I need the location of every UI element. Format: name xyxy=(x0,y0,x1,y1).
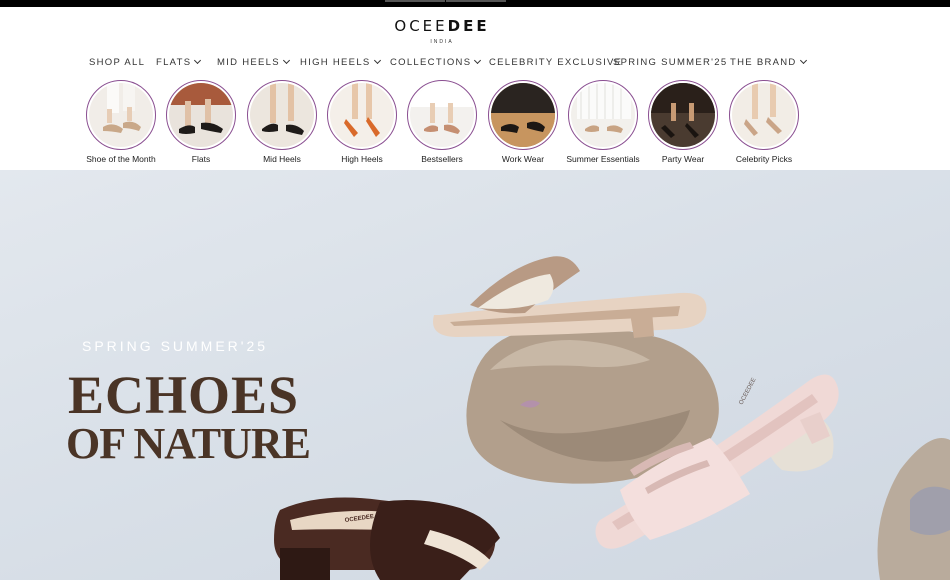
category-label: Work Wear xyxy=(501,154,545,164)
category-shoe-of-the-month[interactable]: Shoe of the Month xyxy=(81,80,161,164)
category-image xyxy=(89,83,153,147)
hero-title-line-2: OF NATURE xyxy=(66,419,311,468)
category-label: Celebrity Picks xyxy=(735,154,793,164)
category-image xyxy=(491,83,555,147)
category-image xyxy=(571,83,635,147)
nav-celebrity-exclusive[interactable]: CELEBRITY EXCLUSIVE xyxy=(489,57,622,68)
nav-collections[interactable]: COLLECTIONS xyxy=(390,56,482,68)
category-summer-essentials[interactable]: Summer Essentials xyxy=(563,80,643,164)
category-label: Flats xyxy=(191,154,211,164)
sandal-brand-mark: OCEEDEE xyxy=(738,377,757,406)
nav-flats[interactable]: FLATS xyxy=(156,56,202,68)
logo-subtitle: INDIA xyxy=(430,39,454,45)
category-label: Summer Essentials xyxy=(566,154,640,164)
hero-title-line-1: ECHOES xyxy=(68,365,300,425)
category-carousel: Shoe of the Month Flats Mid Heels High H… xyxy=(0,80,950,170)
category-label: Mid Heels xyxy=(263,154,301,164)
category-image xyxy=(410,83,474,147)
category-image xyxy=(732,83,796,147)
logo-part-2: DEE xyxy=(447,17,490,35)
category-image xyxy=(651,83,715,147)
category-work-wear[interactable]: Work Wear xyxy=(483,80,563,164)
category-mid-heels[interactable]: Mid Heels xyxy=(242,80,322,164)
top-bar-marker xyxy=(385,0,445,2)
hero-banner[interactable]: OCEEDEE OCEEDEE SPRING SUMMER'25 ECHOES … xyxy=(0,170,950,580)
category-party-wear[interactable]: Party Wear xyxy=(643,80,723,164)
logo-part-1: OCEE xyxy=(394,17,448,35)
nav-the-brand[interactable]: THE BRAND xyxy=(730,56,807,68)
category-label: Party Wear xyxy=(661,154,705,164)
nav-mid-heels[interactable]: MID HEELS xyxy=(217,56,290,68)
chevron-down-icon xyxy=(373,56,381,65)
chevron-down-icon xyxy=(799,56,807,65)
category-image xyxy=(250,83,314,147)
nav-shop-all[interactable]: SHOP ALL xyxy=(89,57,145,68)
category-label: High Heels xyxy=(341,154,383,164)
main-nav: SHOP ALL FLATS MID HEELS HIGH HEELS COLL… xyxy=(0,56,950,71)
chevron-down-icon xyxy=(194,56,202,65)
nav-high-heels[interactable]: HIGH HEELS xyxy=(300,56,381,68)
chevron-down-icon xyxy=(282,56,290,65)
top-bar xyxy=(0,0,950,7)
chevron-down-icon xyxy=(474,56,482,65)
category-celebrity-picks[interactable]: Celebrity Picks xyxy=(724,80,804,164)
hero-season-label: SPRING SUMMER'25 xyxy=(82,338,269,354)
nav-spring-summer[interactable]: SPRING SUMMER'25 xyxy=(613,57,727,68)
category-image xyxy=(330,83,394,147)
brand-logo[interactable]: OCEEDEE INDIA xyxy=(0,17,884,45)
category-bestsellers[interactable]: Bestsellers xyxy=(402,80,482,164)
category-image xyxy=(169,83,233,147)
category-label: Bestsellers xyxy=(421,154,463,164)
top-bar-marker xyxy=(446,0,506,2)
hero-title: ECHOES OF NATURE xyxy=(66,365,311,468)
category-label: Shoe of the Month xyxy=(86,154,156,164)
category-high-heels[interactable]: High Heels xyxy=(322,80,402,164)
category-flats[interactable]: Flats xyxy=(161,80,241,164)
